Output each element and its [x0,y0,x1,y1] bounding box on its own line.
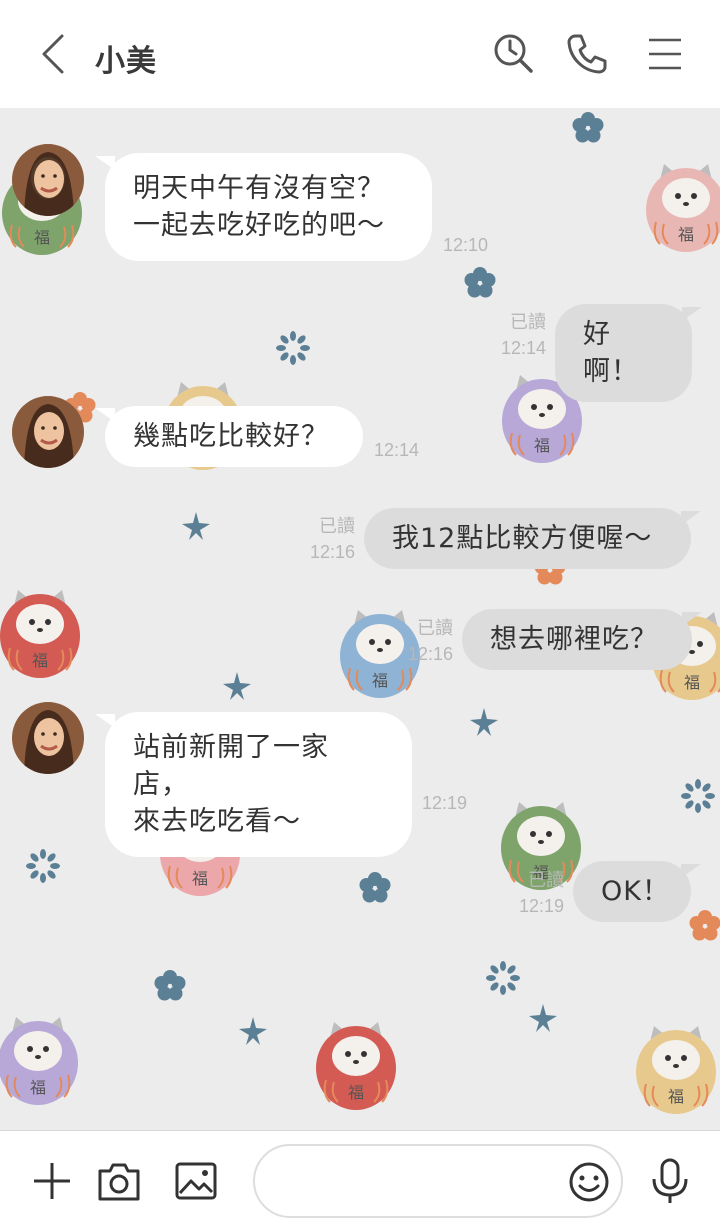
camera-button[interactable] [96,1159,142,1207]
message-meta: 已讀 12:19 [514,867,564,919]
svg-text:福: 福 [668,1087,684,1106]
camera-icon [98,1163,140,1201]
image-icon [175,1162,217,1200]
voice-button[interactable] [648,1157,692,1209]
read-receipt: 已讀 [319,516,355,536]
contact-avatar[interactable] [12,144,84,216]
bubble-tail [681,511,701,525]
incoming-message-bubble[interactable]: 明天中午有沒有空？ 一起去吃好吃的吧～ [105,153,432,261]
bubble-tail [682,612,702,626]
plus-button[interactable] [30,1159,74,1207]
message-time: 12:19 [518,896,564,916]
bubble-tail [682,307,702,321]
read-receipt: 已讀 [510,312,546,332]
outgoing-message-bubble[interactable]: OK！ [573,861,691,922]
menu-button[interactable] [641,30,689,78]
chat-header: 小美 [0,0,720,108]
svg-text:福: 福 [678,225,694,244]
incoming-message-bubble[interactable]: 幾點吃比較好？ [105,406,363,467]
contact-avatar[interactable] [12,702,84,774]
call-button[interactable] [563,30,611,78]
svg-text:福: 福 [534,436,550,455]
message-text-input[interactable] [279,1164,559,1200]
phone-icon [567,34,607,74]
chat-area[interactable]: 福 福 福 福 福 福 福 福 福 福 福 明天中午有沒有空？ 一起去吃好吃的吧… [0,108,720,1130]
outgoing-message-bubble[interactable]: 好啊！ [555,304,692,402]
svg-text:福: 福 [34,228,50,247]
read-receipt: 已讀 [528,870,564,890]
message-time: 12:14 [500,338,546,358]
message-time: 12:19 [422,793,468,813]
incoming-message-bubble[interactable]: 站前新開了一家店， 來去吃吃看～ [105,712,412,857]
emoji-button[interactable] [567,1160,611,1208]
message-meta: 已讀 12:16 [403,615,453,667]
message-time: 12:10 [443,235,489,255]
bubble-tail [681,864,701,878]
chat-title: 小美 [95,44,157,79]
avatar-photo [12,396,84,468]
back-button[interactable] [34,32,74,76]
message-input-field[interactable] [253,1144,623,1218]
image-button[interactable] [174,1159,218,1207]
message-time: 12:16 [309,542,355,562]
message-composer-bar [0,1130,720,1232]
back-icon [42,34,64,74]
contact-avatar[interactable] [12,396,84,468]
microphone-icon [652,1158,688,1203]
avatar-photo [12,702,84,774]
clock-search-icon [494,34,533,73]
outgoing-message-bubble[interactable]: 我12點比較方便喔～ [364,508,691,569]
svg-text:福: 福 [684,673,700,692]
outgoing-message-bubble[interactable]: 想去哪裡吃？ [462,609,692,670]
svg-text:福: 福 [348,1083,364,1102]
svg-text:福: 福 [192,869,208,888]
svg-text:福: 福 [30,1078,46,1097]
chat-search-button[interactable] [490,30,538,78]
emoji-icon [569,1162,609,1202]
message-meta: 已讀 12:14 [496,309,546,361]
svg-text:福: 福 [372,671,388,690]
message-meta: 已讀 12:16 [303,513,355,565]
read-receipt: 已讀 [417,618,453,638]
avatar-photo [12,144,84,216]
svg-text:福: 福 [32,651,48,670]
menu-icon [649,38,681,70]
message-time: 12:16 [407,644,453,664]
message-time: 12:14 [374,440,420,460]
plus-icon [34,1163,70,1199]
